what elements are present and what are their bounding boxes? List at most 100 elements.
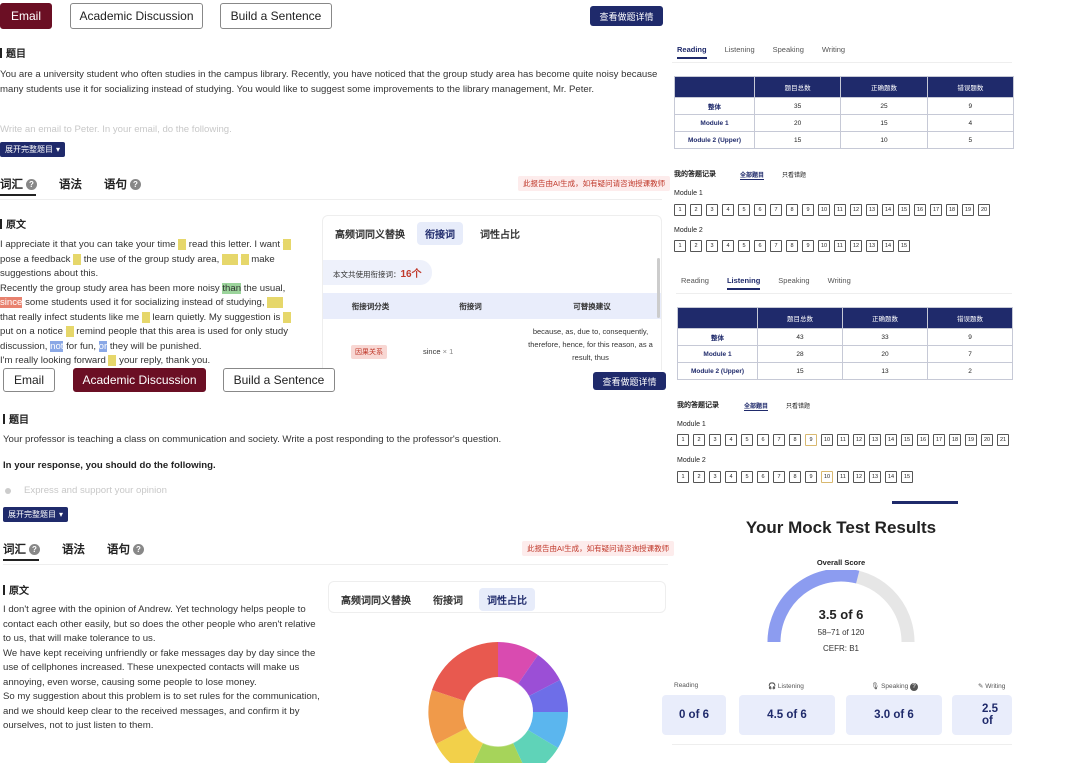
question-number-button[interactable]: 14 <box>885 434 897 446</box>
question-number-button[interactable]: 7 <box>773 471 785 483</box>
question-number-button[interactable]: 11 <box>834 204 846 216</box>
question-number-button[interactable]: 3 <box>709 434 721 446</box>
highlighted-connective[interactable]: to <box>73 253 82 265</box>
highlighted-connective[interactable]: to <box>283 311 292 323</box>
question-number-button[interactable]: 12 <box>853 471 865 483</box>
question-number-button[interactable]: 16 <box>917 434 929 446</box>
email-tab-grammar[interactable]: 语法 <box>59 176 82 192</box>
panel-tab-connectives[interactable]: 衔接词 <box>433 592 463 607</box>
question-number-button[interactable]: 3 <box>709 471 721 483</box>
question-number-button[interactable]: 15 <box>898 240 910 252</box>
question-number-button[interactable]: 19 <box>965 434 977 446</box>
question-number-button[interactable]: 6 <box>757 434 769 446</box>
question-number-button[interactable]: 9 <box>805 434 817 446</box>
filter-all[interactable]: 全部题目 <box>740 170 765 180</box>
tab-listening[interactable]: Listening <box>725 45 755 59</box>
filter-all[interactable]: 全部题目 <box>744 401 769 411</box>
highlighted-connective[interactable]: to <box>282 239 291 250</box>
question-number-button[interactable]: 10 <box>821 434 833 446</box>
question-number-button[interactable]: 11 <box>837 434 849 446</box>
question-number-button[interactable]: 11 <box>837 471 849 483</box>
question-number-button[interactable]: 14 <box>885 471 897 483</box>
question-number-button[interactable]: 8 <box>789 434 801 446</box>
panel-tab-synonyms[interactable]: 高频词同义替换 <box>341 592 411 607</box>
email-expand-button[interactable]: 展开完整题目 ▾ <box>0 142 66 157</box>
filter-wrong[interactable]: 只看错题 <box>786 401 810 410</box>
question-number-button[interactable]: 5 <box>741 471 753 483</box>
question-number-button[interactable]: 12 <box>850 240 862 252</box>
tab-academic-discussion[interactable]: Academic Discussion <box>70 3 203 29</box>
question-number-button[interactable]: 4 <box>722 204 734 216</box>
tab-build-a-sentence-2[interactable]: Build a Sentence <box>223 368 335 392</box>
discussion-tab-vocabulary[interactable]: 词汇? <box>3 541 40 557</box>
question-number-button[interactable]: 5 <box>741 434 753 446</box>
tab-speaking[interactable]: Speaking <box>773 45 804 59</box>
question-number-button[interactable]: 2 <box>693 434 705 446</box>
tab-academic-discussion-2[interactable]: Academic Discussion <box>73 368 206 392</box>
question-number-button[interactable]: 10 <box>821 471 833 483</box>
question-number-button[interactable]: 16 <box>914 204 926 216</box>
question-number-button[interactable]: 8 <box>786 204 798 216</box>
question-number-button[interactable]: 10 <box>818 204 830 216</box>
panel-tab-connectives[interactable]: 衔接词 <box>417 222 463 245</box>
question-number-button[interactable]: 2 <box>693 471 705 483</box>
tab-reading[interactable]: Reading <box>677 45 707 59</box>
email-tab-sentence[interactable]: 语句? <box>104 176 141 192</box>
question-number-button[interactable]: 12 <box>853 434 865 446</box>
question-number-button[interactable]: 14 <box>882 204 894 216</box>
tab-writing[interactable]: Writing <box>822 45 845 59</box>
tab-listening[interactable]: Listening <box>726 276 761 290</box>
question-number-button[interactable]: 6 <box>754 204 766 216</box>
question-number-button[interactable]: 21 <box>997 434 1009 446</box>
panel-tab-pos[interactable]: 词性占比 <box>480 226 520 241</box>
tab-email-2[interactable]: Email <box>3 368 55 392</box>
tab-writing[interactable]: Writing <box>828 276 851 290</box>
question-number-button[interactable]: 11 <box>834 240 846 252</box>
question-number-button[interactable]: 7 <box>770 204 782 216</box>
question-number-button[interactable]: 14 <box>882 240 894 252</box>
question-number-button[interactable]: 9 <box>805 471 817 483</box>
question-number-button[interactable]: 3 <box>706 240 718 252</box>
question-number-button[interactable]: 4 <box>725 471 737 483</box>
question-number-button[interactable]: 8 <box>789 471 801 483</box>
discussion-expand-button[interactable]: 展开完整题目 ▾ <box>3 507 69 522</box>
question-number-button[interactable]: 6 <box>757 471 769 483</box>
question-number-button[interactable]: 13 <box>869 434 881 446</box>
question-number-button[interactable]: 17 <box>930 204 942 216</box>
discussion-tab-sentence[interactable]: 语句? <box>107 541 144 557</box>
tab-email[interactable]: Email <box>0 3 52 29</box>
question-number-button[interactable]: 1 <box>677 434 689 446</box>
highlighted-connective[interactable]: since <box>0 297 23 308</box>
highlighted-connective[interactable]: and <box>267 297 284 308</box>
question-number-button[interactable]: 15 <box>898 204 910 216</box>
highlighted-connective[interactable]: to <box>240 253 249 265</box>
question-number-button[interactable]: 2 <box>690 204 702 216</box>
question-number-button[interactable]: 9 <box>802 204 814 216</box>
question-number-button[interactable]: 4 <box>722 240 734 252</box>
view-details-button[interactable]: 查看做题详情 <box>590 6 663 26</box>
highlighted-connective[interactable]: or <box>98 340 108 352</box>
highlighted-connective[interactable]: not <box>50 340 64 352</box>
view-details-button-2[interactable]: 查看做题详情 <box>593 372 666 390</box>
filter-wrong[interactable]: 只看错题 <box>782 170 806 179</box>
question-number-button[interactable]: 19 <box>962 204 974 216</box>
question-number-button[interactable]: 12 <box>850 204 862 216</box>
question-number-button[interactable]: 17 <box>933 434 945 446</box>
question-number-button[interactable]: 9 <box>802 240 814 252</box>
discussion-tab-grammar[interactable]: 语法 <box>62 541 85 557</box>
question-number-button[interactable]: 13 <box>866 240 878 252</box>
question-number-button[interactable]: 20 <box>981 434 993 446</box>
question-number-button[interactable]: 1 <box>674 204 686 216</box>
tab-reading[interactable]: Reading <box>681 276 709 290</box>
question-number-button[interactable]: 6 <box>754 240 766 252</box>
highlighted-connective[interactable]: to <box>141 311 150 323</box>
tab-speaking[interactable]: Speaking <box>778 276 809 290</box>
panel-tab-synonyms[interactable]: 高频词同义替换 <box>335 226 405 241</box>
question-number-button[interactable]: 5 <box>738 240 750 252</box>
question-number-button[interactable]: 20 <box>978 204 990 216</box>
question-number-button[interactable]: 10 <box>818 240 830 252</box>
panel-tab-pos[interactable]: 词性占比 <box>479 588 535 611</box>
question-number-button[interactable]: 7 <box>770 240 782 252</box>
question-number-button[interactable]: 18 <box>946 204 958 216</box>
question-number-button[interactable]: 4 <box>725 434 737 446</box>
